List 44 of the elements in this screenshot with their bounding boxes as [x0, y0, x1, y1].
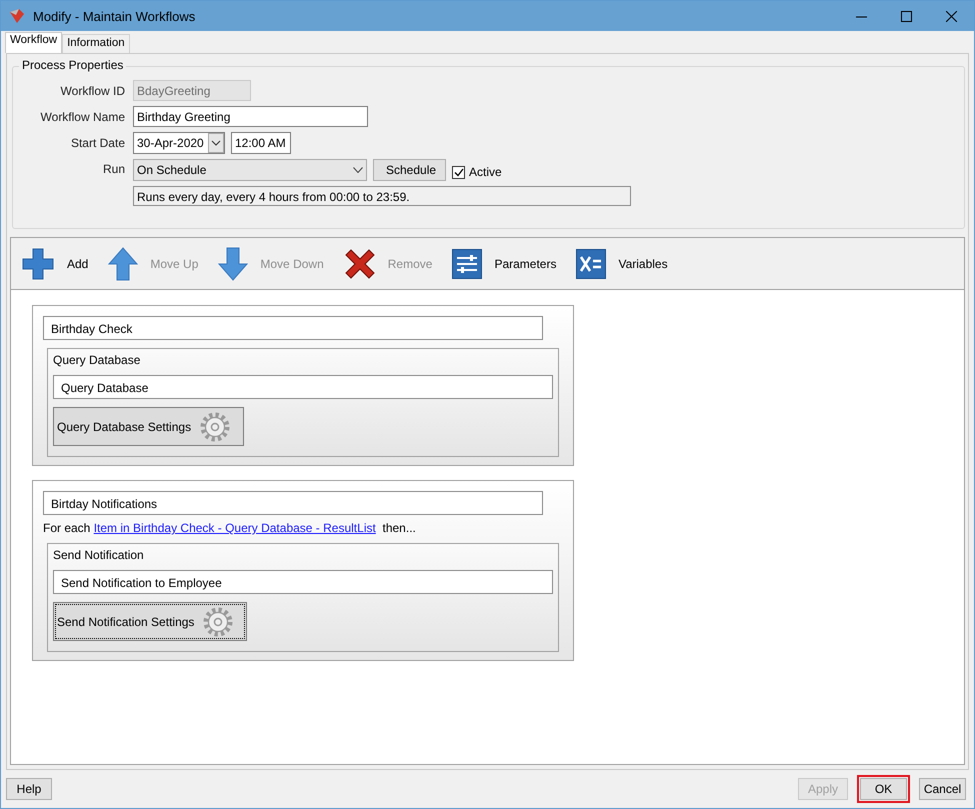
tab[interactable]: Information [62, 34, 130, 53]
toolbar-button[interactable]: Variables [576, 248, 668, 278]
window-title: Modify - Maintain Workflows [33, 8, 196, 24]
schedule-summary: Runs every day, every 4 hours from 00:00 to 23:59. [133, 186, 631, 206]
arrow-up-icon [108, 246, 138, 280]
app-icon [9, 8, 25, 24]
maximize-icon[interactable] [901, 10, 912, 22]
loop-source-link[interactable]: Item in Birthday Check - Query Database - ResultList [94, 521, 376, 535]
close-icon[interactable] [946, 10, 957, 22]
run-dropdown[interactable]: On Schedule [133, 159, 367, 181]
field-label: Workflow Name [40, 110, 125, 124]
plus-icon [21, 246, 55, 280]
arrow-down-icon [218, 246, 248, 280]
step-name-field[interactable]: Birthday Check [43, 316, 543, 340]
gear-icon [202, 606, 234, 638]
gear-icon [199, 410, 232, 442]
action-title: Query Database [53, 353, 142, 367]
settings-button[interactable]: Send Notification Settings [53, 602, 248, 641]
field-label: Workflow ID [60, 84, 125, 98]
cross-icon [344, 248, 376, 280]
field-label: Start Date [70, 136, 125, 150]
action-title: Send Notification [53, 548, 145, 562]
sliders-icon [452, 248, 482, 278]
time-field[interactable]: 12:00 AM [231, 132, 291, 154]
toolbar-button[interactable]: Add [21, 246, 88, 280]
action-name-field[interactable]: Send Notification to Employee [53, 570, 553, 594]
help-button[interactable]: Help [6, 778, 52, 800]
toolbar-button[interactable]: Parameters [452, 248, 556, 278]
chevron-down-icon [353, 167, 363, 173]
active-checkbox[interactable] [452, 166, 465, 178]
dialog-button[interactable]: OK [860, 778, 907, 800]
tab[interactable]: Workflow [5, 32, 62, 53]
field-label: Run [102, 162, 125, 176]
workflow-name-field[interactable]: Birthday Greeting [133, 106, 368, 127]
loop-text: For each Item in Birthday Check - Query Database - ResultList then... [43, 521, 417, 535]
checkbox-label: Active [469, 165, 502, 179]
dialog-button[interactable]: Cancel [919, 778, 966, 800]
settings-button[interactable]: Query Database Settings [53, 407, 244, 446]
schedule-button[interactable]: Schedule [373, 159, 446, 181]
date-picker[interactable]: 30-Apr-2020 [133, 132, 225, 154]
action-name-field[interactable]: Query Database [53, 375, 553, 399]
group-title: Process Properties [19, 58, 126, 72]
step-name-field[interactable]: Birtday Notifications [43, 491, 543, 515]
variable-icon [576, 248, 606, 278]
